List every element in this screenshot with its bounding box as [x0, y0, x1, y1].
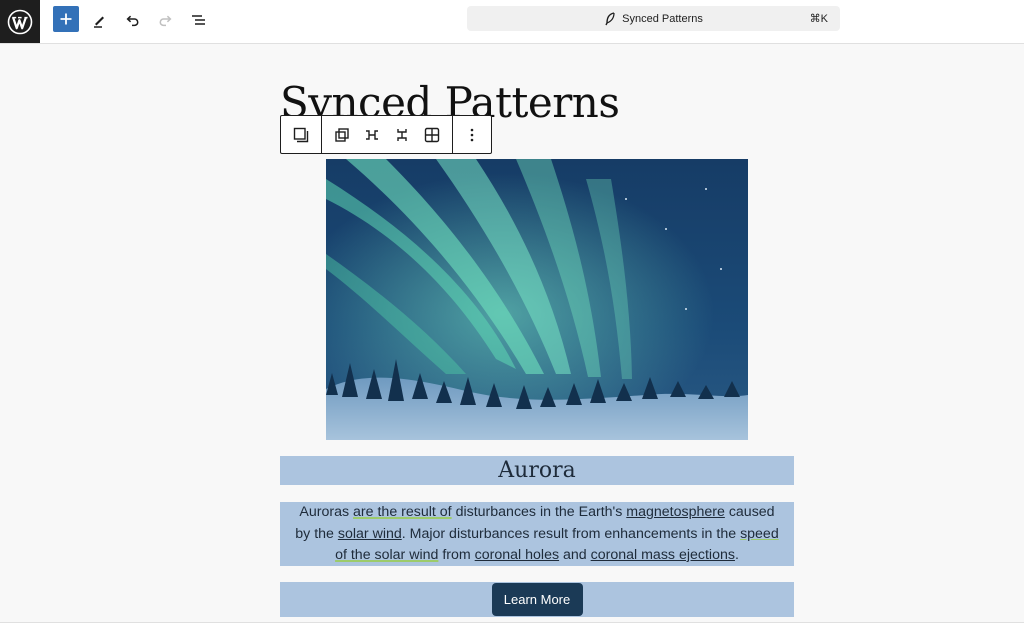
aurora-heading[interactable]: Aurora	[280, 456, 794, 485]
add-block-button[interactable]	[53, 6, 79, 32]
command-palette-bar[interactable]: Synced Patterns ⌘K	[467, 6, 840, 31]
undo-icon[interactable]	[121, 9, 143, 31]
paragraph-line: by the solar wind. Major disturbances re…	[295, 525, 779, 542]
grammar-highlight: are the result of	[353, 504, 452, 520]
aurora-image[interactable]	[326, 159, 748, 440]
link-speed[interactable]: speed	[740, 526, 779, 542]
pencil-icon[interactable]	[88, 9, 110, 31]
button-block: Learn More	[280, 582, 794, 617]
list-view-icon[interactable]	[188, 9, 210, 31]
expand-horizontal-icon[interactable]	[357, 116, 387, 153]
command-palette-label: Synced Patterns	[622, 12, 703, 25]
feather-icon	[605, 11, 615, 25]
more-options-icon[interactable]	[457, 116, 487, 153]
editor-top-bar: Synced Patterns ⌘K	[0, 0, 1024, 44]
link-solar-wind[interactable]: solar wind	[338, 526, 402, 542]
duplicate-icon[interactable]	[327, 116, 357, 153]
redo-icon[interactable]	[155, 9, 177, 31]
link-solar-wind-speed[interactable]: of the solar wind	[335, 547, 438, 563]
grid-icon[interactable]	[417, 116, 447, 153]
command-shortcut: ⌘K	[809, 13, 828, 25]
link-coronal-holes[interactable]: coronal holes	[475, 547, 559, 563]
plus-icon	[60, 13, 72, 25]
learn-more-button[interactable]: Learn More	[491, 583, 583, 616]
link-coronal-mass-ejections[interactable]: coronal mass ejections	[591, 547, 735, 563]
block-toolbar	[280, 115, 492, 154]
paragraph-line: of the solar wind from coronal holes and…	[335, 547, 739, 563]
wordpress-logo-icon[interactable]	[0, 0, 40, 43]
pattern-icon[interactable]	[286, 116, 316, 153]
aurora-paragraph[interactable]: Auroras are the result of disturbances i…	[280, 502, 794, 566]
expand-vertical-icon[interactable]	[387, 116, 417, 153]
paragraph-line: Auroras are the result of disturbances i…	[299, 504, 775, 520]
link-magnetosphere[interactable]: magnetosphere	[626, 504, 725, 520]
